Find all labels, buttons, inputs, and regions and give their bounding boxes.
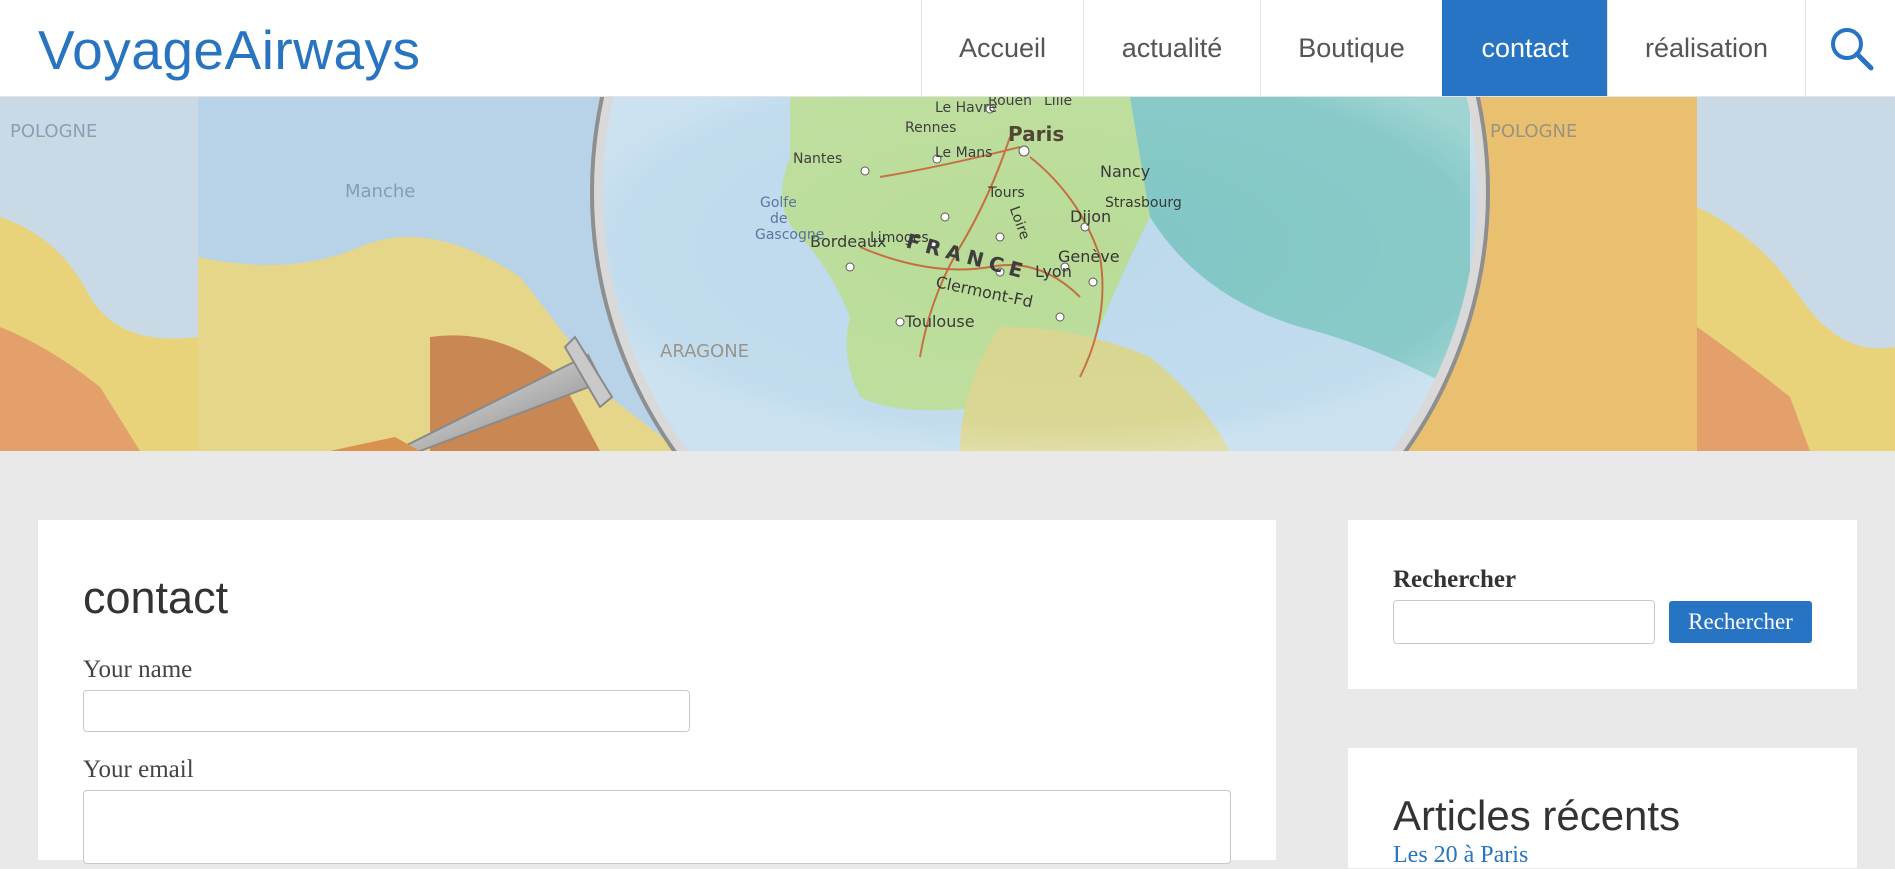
search-icon [1830, 28, 1873, 71]
recent-post-link[interactable]: Les 20 à Paris [1393, 842, 1528, 869]
sidebar-search-widget: Rechercher Rechercher [1348, 520, 1857, 689]
hero-banner: Paris Le Havre Rouen Lille Rennes Le Man… [0, 97, 1895, 451]
sidebar-search-input[interactable] [1393, 600, 1655, 644]
header-search-button[interactable] [1805, 0, 1895, 96]
nav-item-boutique[interactable]: Boutique [1260, 0, 1442, 96]
search-widget-heading: Rechercher [1393, 566, 1517, 593]
name-label: Your name [83, 656, 193, 683]
nav-item-contact[interactable]: contact [1442, 0, 1607, 96]
map-magnifier-image: Paris Le Havre Rouen Lille Rennes Le Man… [0, 97, 1895, 451]
email-label: Your email [83, 756, 194, 783]
site-title[interactable]: VoyageAirways [38, 18, 421, 82]
svg-text:ARAGONE: ARAGONE [660, 341, 749, 362]
email-input[interactable] [83, 790, 1231, 864]
main-nav: Accueil actualité Boutique contact réali… [921, 0, 1895, 97]
sidebar-search-button[interactable]: Rechercher [1669, 601, 1812, 643]
svg-text:Manche: Manche [345, 181, 415, 202]
name-input[interactable] [83, 690, 690, 732]
page-title: contact [83, 572, 229, 623]
nav-item-actualite[interactable]: actualité [1083, 0, 1260, 96]
recent-posts-heading: Articles récents [1393, 792, 1681, 839]
site-header: VoyageAirways Accueil actualité Boutique… [0, 0, 1895, 97]
nav-item-realisation[interactable]: réalisation [1607, 0, 1805, 96]
svg-text:POLOGNE: POLOGNE [1490, 121, 1577, 142]
svg-text:POLOGNE: POLOGNE [10, 121, 97, 142]
recent-posts-widget: Articles récents Les 20 à Paris [1348, 748, 1857, 868]
nav-item-accueil[interactable]: Accueil [921, 0, 1083, 96]
contact-content-card: contact Your name Your email [38, 520, 1276, 864]
